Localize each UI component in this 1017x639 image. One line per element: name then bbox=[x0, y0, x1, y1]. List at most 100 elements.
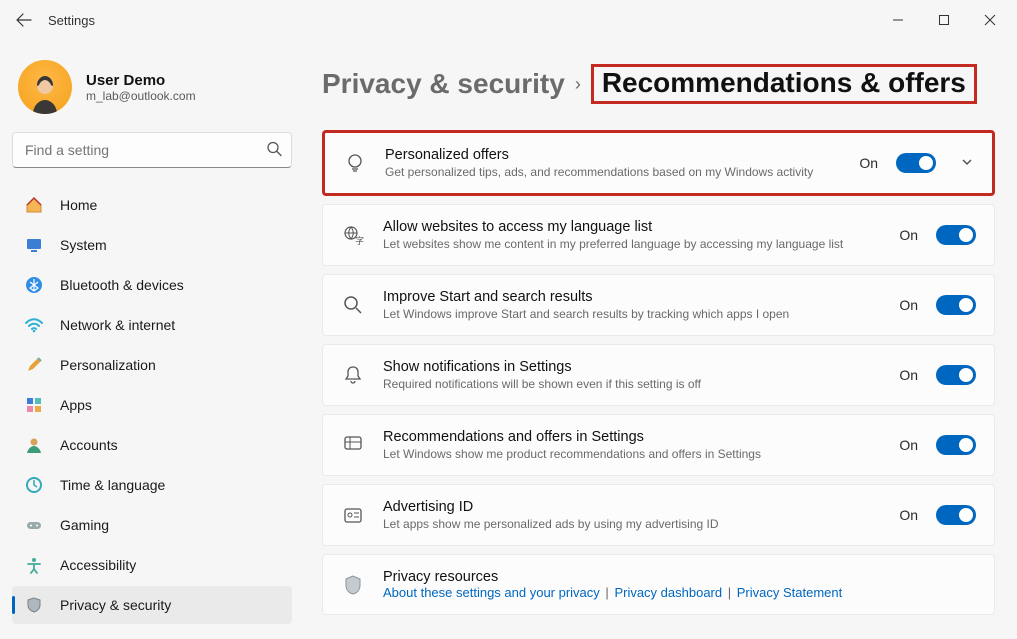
setting-desc: Let Windows improve Start and search res… bbox=[383, 307, 881, 321]
sidebar-item-label: Time & language bbox=[60, 477, 165, 493]
minimize-icon bbox=[892, 14, 904, 26]
shield-icon bbox=[24, 595, 44, 615]
shield-icon bbox=[341, 573, 365, 597]
toggle-state: On bbox=[899, 297, 918, 313]
resources-links: About these settings and your privacy | … bbox=[383, 585, 976, 600]
apps-icon bbox=[24, 395, 44, 415]
sidebar-item-bluetooth[interactable]: Bluetooth & devices bbox=[12, 266, 292, 304]
setting-card-advertising-id[interactable]: Advertising ID Let apps show me personal… bbox=[322, 484, 995, 546]
setting-desc: Let apps show me personalized ads by usi… bbox=[383, 517, 881, 531]
setting-desc: Required notifications will be shown eve… bbox=[383, 377, 881, 391]
clock-globe-icon bbox=[24, 475, 44, 495]
toggle-switch[interactable] bbox=[936, 295, 976, 315]
sidebar-item-label: Gaming bbox=[60, 517, 109, 533]
person-icon bbox=[24, 435, 44, 455]
sidebar: User Demo m_lab@outlook.com Home System … bbox=[0, 40, 304, 639]
toggle-state: On bbox=[899, 367, 918, 383]
sidebar-item-label: Bluetooth & devices bbox=[60, 277, 184, 293]
toggle-state: On bbox=[899, 227, 918, 243]
sidebar-item-system[interactable]: System bbox=[12, 226, 292, 264]
toggle-switch[interactable] bbox=[936, 225, 976, 245]
wifi-icon bbox=[24, 315, 44, 335]
titlebar: Settings bbox=[0, 0, 1017, 40]
privacy-resources-card: Privacy resources About these settings a… bbox=[322, 554, 995, 615]
back-arrow-icon bbox=[16, 12, 32, 28]
window-title: Settings bbox=[48, 13, 95, 28]
search-icon bbox=[266, 141, 282, 160]
system-icon bbox=[24, 235, 44, 255]
toggle-switch[interactable] bbox=[936, 365, 976, 385]
chevron-right-icon: › bbox=[575, 74, 581, 95]
close-button[interactable] bbox=[967, 0, 1013, 40]
globe-language-icon: 字 bbox=[341, 223, 365, 247]
sidebar-item-apps[interactable]: Apps bbox=[12, 386, 292, 424]
setting-desc: Let Windows show me product recommendati… bbox=[383, 447, 881, 461]
setting-title: Improve Start and search results bbox=[383, 289, 881, 305]
setting-card-personalized-offers[interactable]: Personalized offers Get personalized tip… bbox=[322, 130, 995, 196]
user-name: User Demo bbox=[86, 72, 196, 89]
search-input[interactable] bbox=[12, 132, 292, 168]
id-card-icon bbox=[341, 503, 365, 527]
setting-card-recommendations-settings[interactable]: Recommendations and offers in Settings L… bbox=[322, 414, 995, 476]
setting-title: Allow websites to access my language lis… bbox=[383, 219, 881, 235]
breadcrumb-current: Recommendations & offers bbox=[602, 67, 966, 98]
setting-card-language-list[interactable]: 字 Allow websites to access my language l… bbox=[322, 204, 995, 266]
back-button[interactable] bbox=[4, 0, 44, 40]
link-privacy-dashboard[interactable]: Privacy dashboard bbox=[614, 585, 722, 600]
setting-title: Show notifications in Settings bbox=[383, 359, 881, 375]
link-privacy-statement[interactable]: Privacy Statement bbox=[737, 585, 843, 600]
grid-gear-icon bbox=[341, 433, 365, 457]
close-icon bbox=[984, 14, 996, 26]
accessibility-icon bbox=[24, 555, 44, 575]
toggle-switch[interactable] bbox=[936, 435, 976, 455]
sidebar-item-label: Network & internet bbox=[60, 317, 175, 333]
breadcrumb-parent[interactable]: Privacy & security bbox=[322, 68, 565, 100]
breadcrumb-current-highlight: Recommendations & offers bbox=[591, 64, 977, 104]
sidebar-item-time[interactable]: Time & language bbox=[12, 466, 292, 504]
sidebar-item-accounts[interactable]: Accounts bbox=[12, 426, 292, 464]
lightbulb-icon bbox=[343, 151, 367, 175]
setting-title: Personalized offers bbox=[385, 147, 841, 163]
setting-desc: Let websites show me content in my prefe… bbox=[383, 237, 881, 251]
sidebar-item-label: Accounts bbox=[60, 437, 118, 453]
chevron-down-icon[interactable] bbox=[960, 155, 974, 172]
sidebar-item-accessibility[interactable]: Accessibility bbox=[12, 546, 292, 584]
toggle-state: On bbox=[899, 507, 918, 523]
sidebar-item-label: Apps bbox=[60, 397, 92, 413]
breadcrumb: Privacy & security › Recommendations & o… bbox=[322, 64, 995, 104]
toggle-switch[interactable] bbox=[936, 505, 976, 525]
sidebar-item-label: Personalization bbox=[60, 357, 156, 373]
sidebar-item-label: Accessibility bbox=[60, 557, 136, 573]
setting-title: Advertising ID bbox=[383, 499, 881, 515]
sidebar-item-label: Privacy & security bbox=[60, 597, 171, 613]
avatar bbox=[18, 60, 72, 114]
svg-text:字: 字 bbox=[355, 235, 364, 246]
nav-list: Home System Bluetooth & devices Network … bbox=[12, 186, 292, 624]
sidebar-item-privacy[interactable]: Privacy & security bbox=[12, 586, 292, 624]
setting-card-notifications[interactable]: Show notifications in Settings Required … bbox=[322, 344, 995, 406]
sidebar-item-label: System bbox=[60, 237, 107, 253]
content-area: Privacy & security › Recommendations & o… bbox=[304, 40, 1017, 639]
magnifier-icon bbox=[341, 293, 365, 317]
sidebar-item-label: Home bbox=[60, 197, 97, 213]
paintbrush-icon bbox=[24, 355, 44, 375]
gamepad-icon bbox=[24, 515, 44, 535]
sidebar-item-network[interactable]: Network & internet bbox=[12, 306, 292, 344]
home-icon bbox=[24, 195, 44, 215]
setting-card-improve-search[interactable]: Improve Start and search results Let Win… bbox=[322, 274, 995, 336]
toggle-state: On bbox=[859, 155, 878, 171]
sidebar-item-home[interactable]: Home bbox=[12, 186, 292, 224]
maximize-icon bbox=[938, 14, 950, 26]
link-about-settings[interactable]: About these settings and your privacy bbox=[383, 585, 600, 600]
setting-desc: Get personalized tips, ads, and recommen… bbox=[385, 165, 841, 179]
user-email: m_lab@outlook.com bbox=[86, 89, 196, 103]
user-profile[interactable]: User Demo m_lab@outlook.com bbox=[12, 52, 292, 132]
bluetooth-icon bbox=[24, 275, 44, 295]
toggle-switch[interactable] bbox=[896, 153, 936, 173]
minimize-button[interactable] bbox=[875, 0, 921, 40]
maximize-button[interactable] bbox=[921, 0, 967, 40]
resources-title: Privacy resources bbox=[383, 569, 976, 585]
sidebar-item-gaming[interactable]: Gaming bbox=[12, 506, 292, 544]
sidebar-item-personalization[interactable]: Personalization bbox=[12, 346, 292, 384]
search-box bbox=[12, 132, 292, 168]
